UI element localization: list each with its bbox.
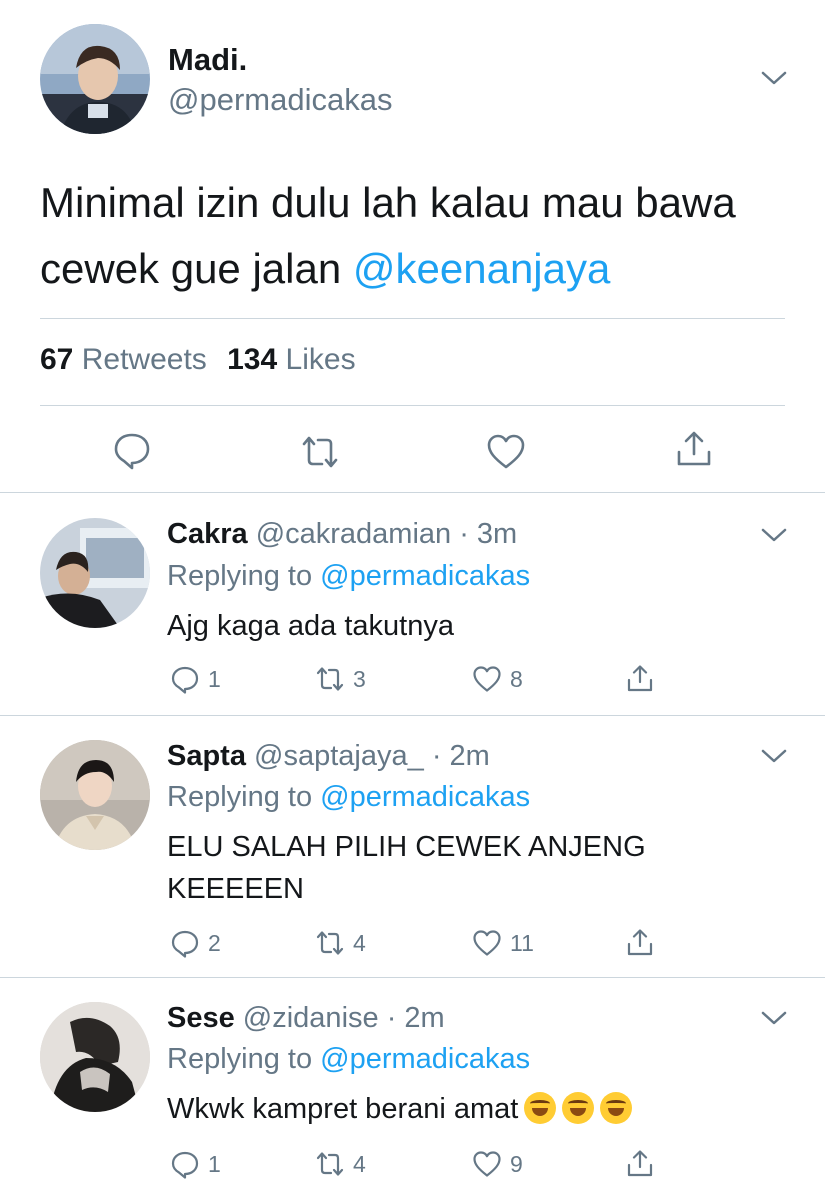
author-handle[interactable]: @zidanise xyxy=(243,1002,379,1034)
retweet-button[interactable]: 4 xyxy=(315,1149,366,1179)
mention-link[interactable]: @permadicakas xyxy=(320,1043,530,1075)
reply-icon[interactable] xyxy=(112,430,152,470)
tweet-text: Minimal izin dulu lah kalau mau bawa cew… xyxy=(40,170,800,302)
retweet-count: 3 xyxy=(353,665,366,692)
replying-to: Replying to @permadicakas xyxy=(167,781,530,814)
chevron-down-icon[interactable] xyxy=(761,527,787,543)
avatar[interactable] xyxy=(40,518,150,628)
like-count: 11 xyxy=(510,929,534,956)
reply-button[interactable]: 2 xyxy=(170,928,221,958)
author-handle[interactable]: @cakradamian xyxy=(256,518,451,550)
avatar[interactable] xyxy=(40,24,150,134)
timestamp: · 2m xyxy=(431,740,490,772)
like-button[interactable]: 9 xyxy=(472,1149,523,1179)
author-handle[interactable]: @permadicakas xyxy=(168,82,392,118)
like-icon xyxy=(473,1151,501,1177)
chevron-down-icon[interactable] xyxy=(761,748,787,764)
like-icon xyxy=(473,666,501,692)
author-name[interactable]: Madi. xyxy=(168,42,247,78)
reply-header: Sapta @saptajaya_ · 2m xyxy=(167,740,490,773)
chevron-down-icon[interactable] xyxy=(761,70,787,86)
share-icon[interactable] xyxy=(674,430,714,470)
share-icon[interactable] xyxy=(625,1149,655,1179)
replying-to: Replying to @permadicakas xyxy=(167,560,530,593)
reply-count: 1 xyxy=(208,1150,221,1177)
chevron-down-icon[interactable] xyxy=(761,1010,787,1026)
replying-prefix: Replying to xyxy=(167,1043,321,1075)
divider xyxy=(40,318,785,319)
reply-icon xyxy=(171,1151,199,1179)
retweet-icon xyxy=(316,667,344,691)
mention-link[interactable]: @keenanjaya xyxy=(353,245,610,292)
reply-header: Cakra @cakradamian · 3m xyxy=(167,518,517,551)
tweet-stats: 67 Retweets 134 Likes xyxy=(40,343,356,377)
divider xyxy=(40,405,785,406)
reply-count: 2 xyxy=(208,929,221,956)
author-name[interactable]: Cakra xyxy=(167,518,248,550)
share-icon[interactable] xyxy=(625,928,655,958)
like-count: 8 xyxy=(510,665,523,692)
mention-link[interactable]: @permadicakas xyxy=(320,781,530,813)
divider xyxy=(0,977,825,978)
retweet-icon[interactable] xyxy=(300,432,340,472)
like-count: 9 xyxy=(510,1150,523,1177)
reply-button[interactable]: 1 xyxy=(170,664,221,694)
retweet-button[interactable]: 3 xyxy=(315,664,366,694)
retweet-icon xyxy=(316,1152,344,1176)
replying-prefix: Replying to xyxy=(167,560,321,592)
reply-text: Wkwk kampret berani amat xyxy=(167,1088,727,1130)
reply-icon xyxy=(171,666,199,694)
author-name[interactable]: Sese xyxy=(167,1002,235,1034)
mention-link[interactable]: @permadicakas xyxy=(320,560,530,592)
like-button[interactable]: 11 xyxy=(472,928,534,958)
avatar[interactable] xyxy=(40,1002,150,1112)
retweet-count: 4 xyxy=(353,929,366,956)
divider xyxy=(0,492,825,493)
like-icon xyxy=(473,930,501,956)
avatar[interactable] xyxy=(40,740,150,850)
likes-label[interactable]: Likes xyxy=(286,343,356,376)
retweets-count[interactable]: 67 xyxy=(40,343,73,376)
replying-prefix: Replying to xyxy=(167,781,321,813)
laughing-emoji-icon xyxy=(518,1092,633,1125)
like-icon[interactable] xyxy=(486,432,526,472)
reply-text: ELU SALAH PILIH CEWEK ANJENG KEEEEEN xyxy=(167,831,646,905)
retweet-count: 4 xyxy=(353,1150,366,1177)
timestamp: · 3m xyxy=(459,518,518,550)
timestamp: · 2m xyxy=(386,1002,445,1034)
retweets-label[interactable]: Retweets xyxy=(82,343,207,376)
retweet-button[interactable]: 4 xyxy=(315,928,366,958)
divider xyxy=(0,715,825,716)
reply-text: Ajg kaga ada takutnya xyxy=(167,610,454,642)
reply-header: Sese @zidanise · 2m xyxy=(167,1002,445,1035)
reply-text-body: Wkwk kampret berani amat xyxy=(167,1093,519,1125)
likes-count[interactable]: 134 xyxy=(227,343,277,376)
reply-icon xyxy=(171,930,199,958)
replying-to: Replying to @permadicakas xyxy=(167,1043,530,1076)
author-handle[interactable]: @saptajaya_ xyxy=(254,740,424,772)
share-icon[interactable] xyxy=(625,664,655,694)
author-name[interactable]: Sapta xyxy=(167,740,246,772)
reply-count: 1 xyxy=(208,665,221,692)
reply-button[interactable]: 1 xyxy=(170,1149,221,1179)
like-button[interactable]: 8 xyxy=(472,664,523,694)
retweet-icon xyxy=(316,931,344,955)
